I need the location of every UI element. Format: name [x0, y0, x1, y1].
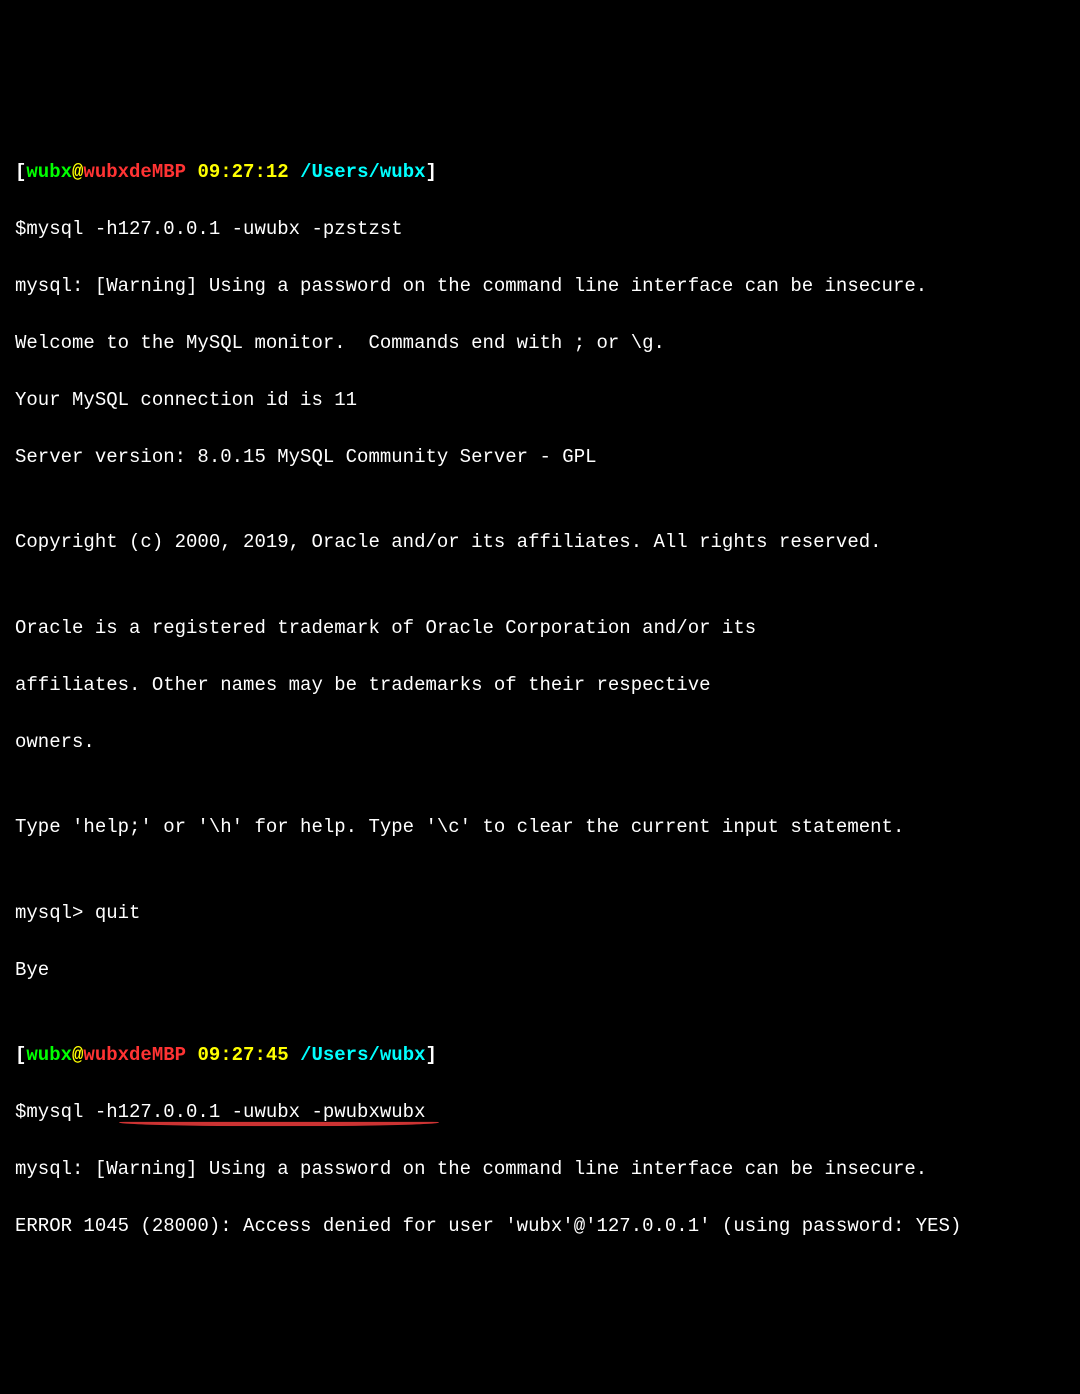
- output-line: ERROR 1045 (28000): Access denied for us…: [15, 1212, 1065, 1241]
- prompt-at: @: [72, 161, 83, 183]
- output-line: Server version: 8.0.15 MySQL Community S…: [15, 443, 1065, 472]
- prompt-line-2: [wubx@wubxdeMBP 09:27:45 /Users/wubx]: [15, 1041, 1065, 1070]
- bracket-close: ]: [426, 1044, 437, 1066]
- output-line: Your MySQL connection id is 11: [15, 386, 1065, 415]
- output-line: mysql: [Warning] Using a password on the…: [15, 1155, 1065, 1184]
- annotation-underline: [119, 1119, 439, 1127]
- command-2: $mysql -h127.0.0.1 -uwubx -pwubxwubx: [15, 1098, 1065, 1127]
- output-line: Type 'help;' or '\h' for help. Type '\c'…: [15, 813, 1065, 842]
- command-1: $mysql -h127.0.0.1 -uwubx -pzstzst: [15, 215, 1065, 244]
- prompt-user: wubx: [26, 1044, 72, 1066]
- output-line: owners.: [15, 728, 1065, 757]
- output-line: affiliates. Other names may be trademark…: [15, 671, 1065, 700]
- prompt-host: wubxdeMBP: [83, 161, 186, 183]
- output-line: mysql: [Warning] Using a password on the…: [15, 272, 1065, 301]
- output-line: Welcome to the MySQL monitor. Commands e…: [15, 329, 1065, 358]
- bracket-close: ]: [426, 161, 437, 183]
- prompt-time: 09:27:45: [197, 1044, 288, 1066]
- terminal-output[interactable]: [wubx@wubxdeMBP 09:27:12 /Users/wubx] $m…: [15, 129, 1065, 1269]
- prompt-path: /Users/wubx: [300, 161, 425, 183]
- output-line: mysql> quit: [15, 899, 1065, 928]
- output-line: Bye: [15, 956, 1065, 985]
- output-line: Oracle is a registered trademark of Orac…: [15, 614, 1065, 643]
- prompt-host: wubxdeMBP: [83, 1044, 186, 1066]
- prompt-path: /Users/wubx: [300, 1044, 425, 1066]
- prompt-time: 09:27:12: [197, 161, 288, 183]
- prompt-line-1: [wubx@wubxdeMBP 09:27:12 /Users/wubx]: [15, 158, 1065, 187]
- prompt-at: @: [72, 1044, 83, 1066]
- output-line: Copyright (c) 2000, 2019, Oracle and/or …: [15, 528, 1065, 557]
- bracket-open: [: [15, 161, 26, 183]
- bracket-open: [: [15, 1044, 26, 1066]
- prompt-user: wubx: [26, 161, 72, 183]
